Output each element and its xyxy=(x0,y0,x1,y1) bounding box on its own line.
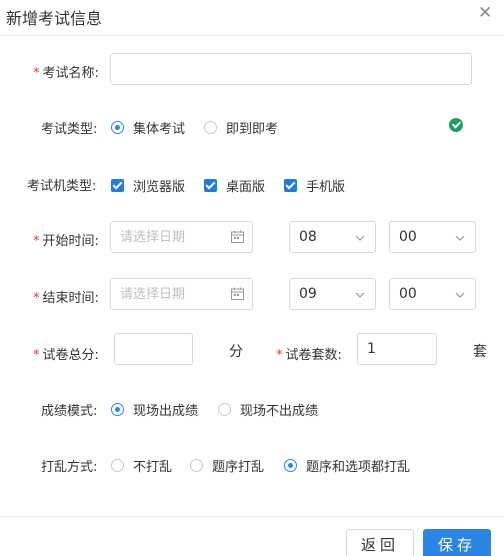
total-score-label: * 试卷总分: xyxy=(33,348,99,363)
footer-divider xyxy=(0,516,504,517)
chevron-down-icon xyxy=(455,235,465,241)
date-placeholder: 请选择日期 xyxy=(120,287,186,302)
checkbox-label: 浏览器版 xyxy=(133,180,186,195)
radio-selected-icon[interactable] xyxy=(284,459,297,472)
checkbox-checked-icon[interactable] xyxy=(111,179,124,192)
start-time-label: * 开始时间: xyxy=(33,234,99,249)
checkbox-mobile[interactable]: 手机版 xyxy=(284,176,345,195)
end-minute-select[interactable]: 00 xyxy=(389,278,476,310)
check-circle-icon xyxy=(449,118,463,132)
calendar-icon xyxy=(231,287,244,300)
chevron-down-icon xyxy=(355,292,365,298)
radio-group-score-mode-option-1[interactable]: 现场出成绩 xyxy=(111,400,198,419)
select-value: 08 xyxy=(299,229,317,245)
radio-unselected-icon[interactable] xyxy=(204,121,217,134)
paper-sets-label: * 试卷套数: xyxy=(276,348,342,363)
radio-label: 现场不出成绩 xyxy=(240,404,319,419)
radio-group-shuffle-option-2[interactable]: 题序打乱 xyxy=(190,456,264,475)
checkbox-label: 桌面版 xyxy=(226,180,266,195)
score-unit: 分 xyxy=(229,344,243,360)
total-score-input[interactable] xyxy=(114,333,193,365)
start-minute-select[interactable]: 00 xyxy=(389,221,476,253)
radio-group-shuffle-option-1[interactable]: 不打乱 xyxy=(111,456,172,475)
score-mode-label: 成绩模式: xyxy=(41,404,98,419)
radio-unselected-icon[interactable] xyxy=(111,459,124,472)
checkbox-checked-icon[interactable] xyxy=(204,179,217,192)
save-button[interactable]: 保存 xyxy=(423,529,491,556)
end-date-picker[interactable]: 请选择日期 xyxy=(110,278,253,310)
chevron-down-icon xyxy=(455,292,465,298)
dialog-title: 新增考试信息 xyxy=(6,9,103,28)
end-time-label: * 结束时间: xyxy=(33,291,99,306)
select-value: 00 xyxy=(399,286,417,302)
sets-unit: 套 xyxy=(473,344,487,360)
end-hour-select[interactable]: 09 xyxy=(289,278,376,310)
radio-group-score-mode-option-2[interactable]: 现场不出成绩 xyxy=(218,400,318,419)
checkbox-desktop[interactable]: 桌面版 xyxy=(204,176,265,195)
radio-label: 现场出成绩 xyxy=(133,404,199,419)
radio-label: 即到即考 xyxy=(226,122,279,137)
exam-name-label: * 考试名称: xyxy=(33,66,99,81)
radio-unselected-icon[interactable] xyxy=(218,403,231,416)
radio-group-shuffle-option-3[interactable]: 题序和选项都打乱 xyxy=(284,456,410,475)
shuffle-mode-label: 打乱方式: xyxy=(41,460,98,475)
checkbox-label: 手机版 xyxy=(306,180,346,195)
chevron-down-icon xyxy=(355,235,365,241)
radio-label: 题序和选项都打乱 xyxy=(306,460,411,475)
radio-label: 集体考试 xyxy=(133,122,186,137)
radio-selected-icon[interactable] xyxy=(111,121,124,134)
close-icon[interactable]: ✕ xyxy=(478,5,492,22)
date-placeholder: 请选择日期 xyxy=(120,230,186,245)
back-button[interactable]: 返回 xyxy=(346,529,414,556)
start-date-picker[interactable]: 请选择日期 xyxy=(110,221,253,253)
radio-label: 题序打乱 xyxy=(212,460,265,475)
exam-name-input[interactable] xyxy=(110,53,472,85)
checkbox-browser[interactable]: 浏览器版 xyxy=(111,176,185,195)
select-value: 09 xyxy=(299,286,317,302)
radio-group-exam-type-option-1[interactable]: 集体考试 xyxy=(111,118,185,137)
radio-unselected-icon[interactable] xyxy=(190,459,203,472)
paper-sets-input[interactable]: 1 xyxy=(357,333,437,365)
dialog-header: 新增考试信息 ✕ xyxy=(0,0,504,36)
machine-type-label: 考试机类型: xyxy=(27,179,97,194)
start-hour-select[interactable]: 08 xyxy=(289,221,376,253)
radio-label: 不打乱 xyxy=(133,460,173,475)
exam-type-label: 考试类型: xyxy=(41,122,98,137)
select-value: 00 xyxy=(399,229,417,245)
calendar-icon xyxy=(231,230,244,243)
radio-selected-icon[interactable] xyxy=(111,403,124,416)
radio-group-exam-type-option-2[interactable]: 即到即考 xyxy=(204,118,278,137)
checkbox-checked-icon[interactable] xyxy=(284,179,297,192)
